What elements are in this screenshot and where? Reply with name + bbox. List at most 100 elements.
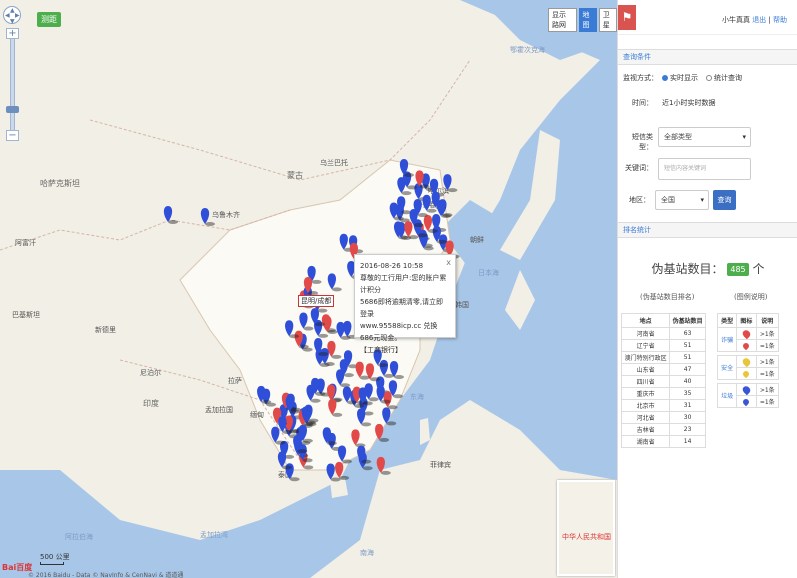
stats-section-header: 排名统计 [618,222,797,238]
legend-desc: >1条 [755,327,779,340]
fraud-station-marker[interactable] [323,315,338,334]
legend-desc: =1条 [755,339,779,352]
keyword-row: 关键词： 短信内容关键词 [618,158,797,180]
mode-stats-radio[interactable]: 统计查询 [706,73,742,83]
fraud-station-marker[interactable] [327,340,342,359]
region-select[interactable]: 全国 [655,190,709,210]
legend-pin-icon [736,355,757,368]
rank-place: 河北省 [620,411,671,424]
rank-count: 40 [669,375,706,388]
fraud-station-marker[interactable] [376,456,391,475]
spam-station-marker[interactable] [200,208,215,226]
rank-place: 湖南省 [620,435,671,448]
map-area[interactable]: ▲ ▼ ◀ ▶ + − 测距 显示路网 地图 卫星 日本海 朝鲜 韩国 乌鲁木齐 哈萨… [0,0,617,578]
popup-line: www.95588icp.cc 兑换686元现金。 [360,322,438,342]
fraud-station-marker[interactable] [335,461,350,480]
rank-row: 澳门特别行政区 51 [620,351,706,364]
sms-type-select[interactable]: 全部类型 [658,127,751,147]
rank-count: 63 [669,327,706,340]
rank-count: 35 [669,387,706,400]
rank-place: 辽宁省 [620,339,671,352]
mode-realtime-radio[interactable]: 实时显示 [662,73,698,83]
time-label: 时间： [632,99,653,107]
rank-row: 山东省 47 [620,363,706,376]
sidebar-topbar: ⚑ 小牛真真 退出 | 帮助 [618,0,797,35]
rank-row: 湖南省 14 [620,435,706,448]
rank-row: 河北省 30 [620,411,706,424]
keyword-input[interactable]: 短信内容关键词 [658,158,751,180]
spam-station-marker[interactable] [336,369,351,388]
rank-place: 北京市 [620,399,671,412]
sms-info-popup: x 2016-08-26 10:58 尊敬的工行用户:您的账户累计积分 5686… [354,254,456,354]
spam-station-marker[interactable] [382,407,397,426]
user-links: 小牛真真 退出 | 帮助 [721,16,787,24]
spam-station-marker[interactable] [357,408,372,427]
rank-header-count: 伪基站数目 [669,313,706,328]
legend-pin-icon [736,383,757,396]
scale-label: 500 公里 [40,553,70,561]
legend-type: 安全 [716,355,738,380]
popup-line: 5686即将逾期清零,请立即登录 [360,298,444,318]
spam-station-marker[interactable] [327,273,342,292]
rank-row: 辽宁省 51 [620,339,706,352]
legend-desc: =1条 [755,367,779,380]
rank-row: 河南省 63 [620,327,706,340]
legend-header-type: 类型 [716,313,738,328]
legend-pin-icon [736,367,757,380]
query-button[interactable]: 查询 [713,190,736,210]
spam-station-marker[interactable] [399,159,414,177]
rank-table: 地点 伪基站数目 河南省 63 辽宁省 51 澳门特别行政区 51 山东省 47 四川省 40 重庆… [620,313,706,448]
logout-link[interactable]: 退出 [752,16,766,24]
rank-place: 山东省 [620,363,671,376]
count-unit: 个 [752,262,765,276]
popup-line: 【工商银行】 [360,346,402,354]
fraud-station-marker[interactable] [351,429,366,448]
rank-caption: (伪基站数目排名) [640,293,695,301]
rank-count: 14 [669,435,706,448]
popup-time: 2016-08-26 10:58 [360,262,424,270]
map-copyright: © 2016 Baidu - Data © NavInfo & CenNavi … [28,572,184,578]
legend-desc: =1条 [755,395,779,408]
legend-pin-icon [736,395,757,408]
spam-station-marker[interactable] [443,174,458,193]
station-markers[interactable] [0,0,617,578]
rank-row: 吉林省 23 [620,423,706,436]
legend-table: 类型 图标 说明 诈骗 >1条 =1条 安全 >1条 =1条 垃圾 >1条 =1条 [716,313,779,408]
app-root: ▲ ▼ ◀ ▶ + − 测距 显示路网 地图 卫星 日本海 朝鲜 韩国 乌鲁木齐 哈萨… [0,0,797,578]
rank-count: 47 [669,363,706,376]
inset-title: 中华人民共和国 [562,533,611,541]
rank-count: 51 [669,339,706,352]
rank-place: 河南省 [620,327,671,340]
legend-type: 诈骗 [716,327,738,352]
station-count: 伪基站数目： 485 个 [618,260,797,277]
popup-line: 尊敬的工行用户:您的账户累计积分 [360,274,447,294]
spam-station-marker[interactable] [277,451,293,470]
type-row: 短信类型： 全部类型 [618,127,797,151]
sidebar: ⚑ 小牛真真 退出 | 帮助 查询条件 监视方式： 实时显示 统计查询 时间： … [617,0,797,578]
help-link[interactable]: 帮助 [773,16,787,24]
count-badge: 485 [727,263,749,276]
legend-desc: >1条 [755,383,779,396]
rank-count: 23 [669,423,706,436]
fraud-station-marker[interactable] [375,423,390,442]
legend-desc: >1条 [755,355,779,368]
spam-station-marker[interactable] [163,206,178,224]
username: 小牛真真 [721,16,750,24]
inset-map [557,480,615,576]
city-tag: 昆明/成都 [298,295,335,307]
time-value: 近1小时实时数据 [662,99,716,107]
legend-pin-icon [736,339,757,352]
legend-row: 安全 >1条 [716,355,779,380]
keyword-label: 关键词： [625,164,653,172]
legend-type: 垃圾 [716,383,738,408]
scale-bar [40,562,64,565]
popup-close-icon[interactable]: x [446,257,451,269]
rank-count: 30 [669,411,706,424]
legend-row: 垃圾 >1条 [716,383,779,408]
menu-toggle-icon[interactable]: ⚑ [618,5,636,30]
spam-station-marker[interactable] [337,445,352,464]
legend-caption: (图例说明) [734,293,768,301]
monitor-mode-row: 监视方式： 实时显示 统计查询 [618,70,797,90]
rank-header-place: 地点 [620,313,671,328]
spam-station-marker[interactable] [285,320,300,339]
